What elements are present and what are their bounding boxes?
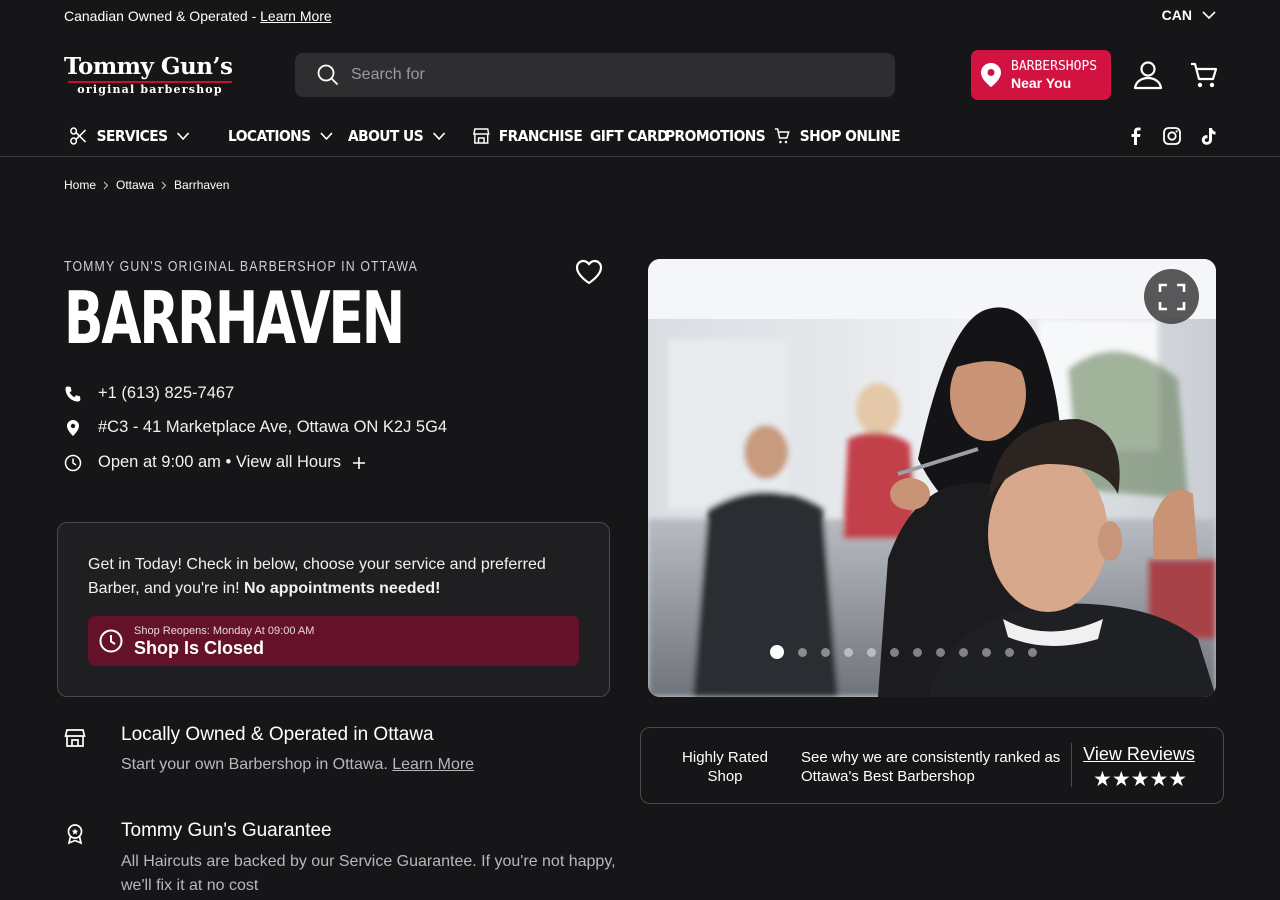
scissors-icon: [70, 127, 87, 145]
breadcrumb-home[interactable]: Home: [64, 178, 96, 192]
near-button-line2: Near You: [1011, 75, 1072, 91]
feature-guarantee-desc: All Haircuts are backed by our Service G…: [121, 853, 616, 894]
gallery-dot[interactable]: [821, 647, 830, 657]
chevron-down-icon: [177, 131, 190, 140]
chevron-down-icon: [320, 131, 333, 140]
breadcrumb-ottawa[interactable]: Ottawa: [116, 178, 154, 192]
award-badge-icon: [67, 824, 83, 845]
announcement-bar: Canadian Owned & Operated - Learn More: [64, 7, 332, 25]
checkin-message: Get in Today! Check in below, choose you…: [88, 553, 588, 601]
reviews-description: See why we are consistently ranked as Ot…: [801, 749, 1061, 785]
gallery-dot[interactable]: [1028, 647, 1037, 657]
breadcrumb-current: Barrhaven: [174, 178, 230, 192]
gallery-dot[interactable]: [936, 647, 945, 657]
nav-locations-label: LOCATIONS: [228, 127, 311, 145]
nav-services-label: SERVICES: [96, 127, 168, 145]
reviews-highly-rated: Highly Rated Shop: [682, 749, 768, 785]
location-eyebrow: TOMMY GUN'S ORIGINAL BARBERSHOP IN OTTAW…: [64, 258, 419, 275]
barbershop-photo[interactable]: [648, 259, 1216, 697]
nav-services[interactable]: SERVICES: [69, 126, 190, 146]
address-row[interactable]: #C3 - 41 Marketplace Ave, Ottawa ON K2J …: [64, 418, 447, 437]
feature-local-desc-text: Start your own Barbershop in Ottawa.: [121, 756, 393, 773]
address-text: #C3 - 41 Marketplace Ave, Ottawa ON K2J …: [98, 418, 448, 436]
chevron-down-icon: [1202, 10, 1216, 19]
nav-gift-card-label: GIFT CARD: [590, 127, 669, 145]
instagram-icon[interactable]: [1162, 126, 1182, 146]
gallery-dot[interactable]: [770, 645, 784, 659]
cart-icon[interactable]: [1188, 59, 1220, 91]
nav-shop-online-label: SHOP ONLINE: [799, 127, 901, 145]
main-nav: SERVICES LOCATIONS ABOUT US FRANCHISE GI…: [64, 122, 911, 150]
nav-shop-online[interactable]: SHOP ONLINE: [774, 127, 900, 145]
barbershops-near-you-button[interactable]: BARBERSHOPS Near You: [971, 50, 1111, 100]
nav-about-label: ABOUT US: [347, 127, 424, 145]
gallery-dot[interactable]: [890, 647, 899, 657]
shop-status-banner[interactable]: Shop Reopens: Monday At 09:00 AM Shop Is…: [88, 616, 579, 666]
feature-local-title: Locally Owned & Operated in Ottawa: [121, 724, 434, 745]
search-icon: [317, 64, 339, 86]
heart-icon[interactable]: [574, 257, 604, 287]
view-reviews-link[interactable]: View Reviews: [1080, 744, 1198, 765]
country-selector[interactable]: CAN: [1162, 7, 1216, 23]
phone-row[interactable]: +1 (613) 825-7467: [64, 384, 234, 403]
account-icon[interactable]: [1132, 59, 1164, 91]
fullscreen-button[interactable]: [1144, 269, 1199, 324]
breadcrumb: Home Ottawa Barrhaven: [64, 178, 229, 192]
chevron-right-icon: [103, 181, 109, 189]
rating-stars: ★★★★★: [1093, 767, 1188, 791]
nav-locations[interactable]: LOCATIONS: [228, 127, 333, 145]
shop-status-sub: Shop Reopens: Monday At 09:00 AM: [134, 624, 315, 637]
storefront-icon: [473, 128, 490, 144]
logo-title: Tommy Gun’s: [64, 53, 233, 80]
gallery-dot[interactable]: [982, 647, 991, 657]
logo-subtitle: original barbershop: [77, 83, 223, 96]
gallery-dots: [770, 645, 1037, 659]
facebook-icon[interactable]: [1126, 126, 1146, 146]
search-input[interactable]: [351, 66, 871, 84]
gallery-dot[interactable]: [844, 647, 853, 657]
near-button-line1: BARBERSHOPS: [1011, 59, 1098, 74]
barbershop-photo-illustration: [648, 259, 1216, 697]
page-title: BARRHAVEN: [64, 276, 405, 360]
feature-guarantee-title: Tommy Gun's Guarantee: [121, 820, 332, 841]
chevron-right-icon: [161, 181, 167, 189]
checkin-card: Get in Today! Check in below, choose you…: [57, 522, 610, 697]
search-bar[interactable]: [295, 53, 895, 97]
location-pin-icon: [981, 63, 1001, 87]
gallery-dot[interactable]: [959, 647, 968, 657]
nav-about[interactable]: ABOUT US: [348, 127, 445, 145]
phone-icon: [65, 386, 81, 401]
feature-local-desc: Start your own Barbershop in Ottawa. Lea…: [121, 753, 621, 777]
announcement-learn-more-link[interactable]: Learn More: [260, 8, 332, 24]
nav-gift-card[interactable]: GIFT CARD: [590, 127, 669, 145]
nav-promotions-label: PROMOTIONS: [665, 127, 766, 145]
tiktok-icon[interactable]: [1198, 126, 1218, 146]
gallery-dot[interactable]: [913, 647, 922, 657]
nav-promotions[interactable]: PROMOTIONS: [665, 127, 766, 145]
nav-franchise-label: FRANCHISE: [499, 127, 583, 145]
clock-icon: [99, 629, 123, 653]
gallery-dot[interactable]: [798, 647, 807, 657]
country-code: CAN: [1161, 7, 1192, 23]
announcement-text: Canadian Owned & Operated -: [64, 8, 261, 24]
storefront-icon: [64, 729, 86, 747]
shop-status-main: Shop Is Closed: [134, 637, 265, 658]
phone-number: +1 (613) 825-7467: [98, 384, 235, 402]
gallery-dot[interactable]: [1005, 647, 1014, 657]
nav-franchise[interactable]: FRANCHISE: [473, 127, 583, 145]
reviews-separator: [1071, 743, 1072, 787]
checkin-message-bold: No appointments needed!: [244, 580, 441, 597]
hours-text: Open at 9:00 am • View all Hours: [98, 453, 342, 471]
gallery-dot[interactable]: [867, 647, 876, 657]
hours-row[interactable]: Open at 9:00 am • View all Hours: [64, 453, 366, 472]
location-pin-icon: [67, 419, 79, 436]
cart-icon: [774, 128, 790, 144]
chevron-down-icon: [432, 131, 445, 140]
expand-icon: [1158, 283, 1185, 310]
feature-learn-more-link[interactable]: Learn More: [392, 756, 474, 773]
plus-icon[interactable]: [353, 456, 366, 469]
clock-icon: [64, 454, 82, 471]
nav-divider: [0, 156, 1280, 157]
logo[interactable]: Tommy Gun’s original barbershop: [64, 54, 236, 96]
